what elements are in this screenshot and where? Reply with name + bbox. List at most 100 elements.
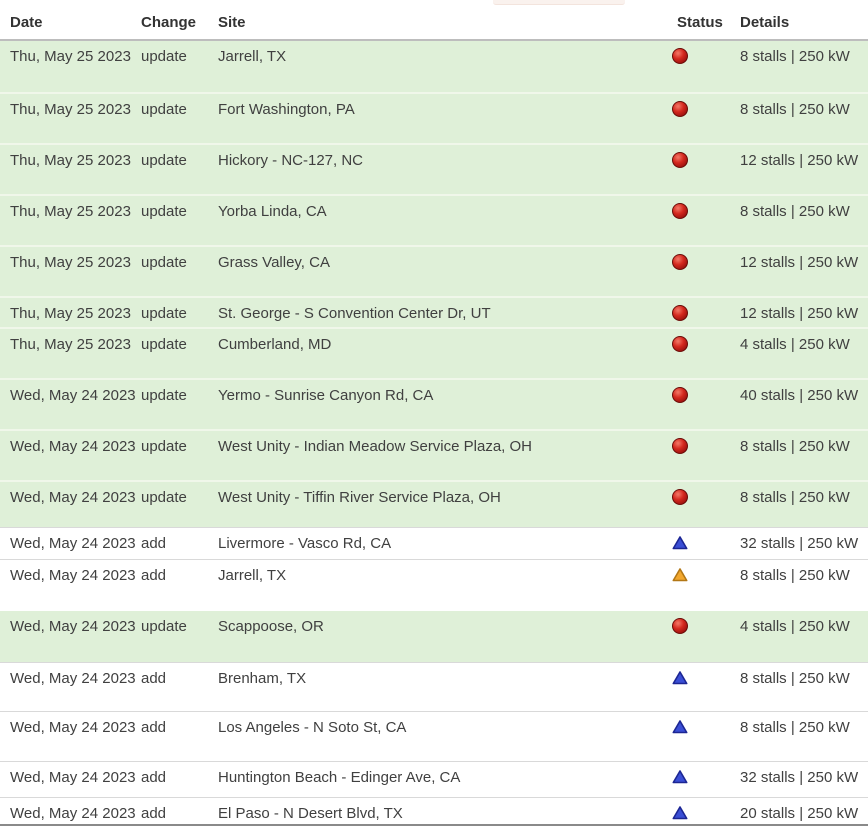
row-site-name: St. George - S Convention Center Dr, UT bbox=[218, 305, 660, 322]
column-header-details[interactable]: Details bbox=[740, 14, 868, 31]
row-date: Wed, May 24 2023 bbox=[10, 805, 141, 822]
row-change-type: update bbox=[141, 203, 218, 220]
table-row[interactable]: Wed, May 24 2023 add El Paso - N Desert … bbox=[0, 797, 868, 825]
status-red-circle-icon bbox=[672, 152, 688, 168]
row-status bbox=[672, 769, 688, 785]
row-status bbox=[672, 387, 688, 403]
row-change-type: update bbox=[141, 152, 218, 169]
column-header-change[interactable]: Change bbox=[141, 14, 218, 31]
row-date: Wed, May 24 2023 bbox=[10, 719, 141, 736]
row-status bbox=[672, 805, 688, 821]
row-change-type: update bbox=[141, 489, 218, 506]
row-date: Thu, May 25 2023 bbox=[10, 152, 141, 169]
row-change-type: update bbox=[141, 48, 218, 65]
row-date: Thu, May 25 2023 bbox=[10, 48, 141, 65]
row-change-type: update bbox=[141, 618, 218, 635]
cutoff-element-fragment bbox=[493, 0, 625, 5]
status-red-circle-icon bbox=[672, 618, 688, 634]
row-change-type: update bbox=[141, 101, 218, 118]
row-site-name: Los Angeles - N Soto St, CA bbox=[218, 719, 660, 736]
table-row[interactable]: Wed, May 24 2023 add Los Angeles - N Sot… bbox=[0, 711, 868, 761]
status-blue-triangle-icon bbox=[672, 535, 688, 551]
table-row[interactable]: Thu, May 25 2023 update Grass Valley, CA… bbox=[0, 245, 868, 296]
row-details: 8 stalls | 250 kW bbox=[740, 203, 868, 220]
row-date: Wed, May 24 2023 bbox=[10, 567, 141, 584]
changes-table: Date Change Site Status Details Thu, May… bbox=[0, 0, 868, 825]
row-date: Wed, May 24 2023 bbox=[10, 387, 141, 404]
table-row[interactable]: Thu, May 25 2023 update Jarrell, TX 8 st… bbox=[0, 41, 868, 92]
table-row[interactable]: Wed, May 24 2023 add Livermore - Vasco R… bbox=[0, 527, 868, 559]
table-row[interactable]: Wed, May 24 2023 update Scappoose, OR 4 … bbox=[0, 611, 868, 662]
row-status bbox=[672, 203, 688, 219]
row-change-type: add bbox=[141, 769, 218, 786]
column-header-status[interactable]: Status bbox=[660, 14, 740, 31]
row-status bbox=[672, 719, 688, 735]
row-details: 4 stalls | 250 kW bbox=[740, 336, 868, 353]
row-date: Thu, May 25 2023 bbox=[10, 101, 141, 118]
row-date: Wed, May 24 2023 bbox=[10, 618, 141, 635]
row-details: 12 stalls | 250 kW bbox=[740, 152, 868, 169]
status-red-circle-icon bbox=[672, 489, 688, 505]
row-change-type: add bbox=[141, 535, 218, 552]
table-row[interactable]: Thu, May 25 2023 update St. George - S C… bbox=[0, 296, 868, 327]
table-row[interactable]: Wed, May 24 2023 update Yermo - Sunrise … bbox=[0, 378, 868, 429]
row-change-type: update bbox=[141, 387, 218, 404]
row-status bbox=[672, 48, 688, 64]
status-red-circle-icon bbox=[672, 305, 688, 321]
row-site-name: El Paso - N Desert Blvd, TX bbox=[218, 805, 660, 822]
row-site-name: Livermore - Vasco Rd, CA bbox=[218, 535, 660, 552]
row-site-name: West Unity - Indian Meadow Service Plaza… bbox=[218, 438, 660, 455]
row-status bbox=[672, 670, 688, 686]
table-row[interactable]: Thu, May 25 2023 update Hickory - NC-127… bbox=[0, 143, 868, 194]
row-status bbox=[672, 254, 688, 270]
row-date: Wed, May 24 2023 bbox=[10, 670, 141, 687]
row-change-type: update bbox=[141, 305, 218, 322]
row-status bbox=[672, 152, 688, 168]
row-date: Thu, May 25 2023 bbox=[10, 305, 141, 322]
row-site-name: Fort Washington, PA bbox=[218, 101, 660, 118]
column-header-date[interactable]: Date bbox=[10, 14, 141, 31]
row-details: 40 stalls | 250 kW bbox=[740, 387, 868, 404]
row-status bbox=[672, 438, 688, 454]
row-site-name: Yermo - Sunrise Canyon Rd, CA bbox=[218, 387, 660, 404]
row-change-type: add bbox=[141, 670, 218, 687]
row-status bbox=[672, 535, 688, 551]
row-site-name: Brenham, TX bbox=[218, 670, 660, 687]
table-row[interactable]: Wed, May 24 2023 add Jarrell, TX 8 stall… bbox=[0, 559, 868, 611]
table-row[interactable]: Wed, May 24 2023 add Huntington Beach - … bbox=[0, 761, 868, 797]
row-details: 8 stalls | 250 kW bbox=[740, 48, 868, 65]
table-row[interactable]: Thu, May 25 2023 update Fort Washington,… bbox=[0, 92, 868, 143]
row-status bbox=[672, 489, 688, 505]
table-row[interactable]: Wed, May 24 2023 update West Unity - Tif… bbox=[0, 480, 868, 527]
table-row[interactable]: Wed, May 24 2023 add Brenham, TX 8 stall… bbox=[0, 662, 868, 711]
row-change-type: update bbox=[141, 336, 218, 353]
table-row[interactable]: Thu, May 25 2023 update Yorba Linda, CA … bbox=[0, 194, 868, 245]
row-change-type: update bbox=[141, 254, 218, 271]
row-status bbox=[672, 336, 688, 352]
row-site-name: Grass Valley, CA bbox=[218, 254, 660, 271]
row-date: Thu, May 25 2023 bbox=[10, 336, 141, 353]
row-status bbox=[672, 567, 688, 583]
row-date: Wed, May 24 2023 bbox=[10, 769, 141, 786]
status-red-circle-icon bbox=[672, 387, 688, 403]
status-red-circle-icon bbox=[672, 203, 688, 219]
row-details: 4 stalls | 250 kW bbox=[740, 618, 868, 635]
row-details: 8 stalls | 250 kW bbox=[740, 438, 868, 455]
row-site-name: Yorba Linda, CA bbox=[218, 203, 660, 220]
row-change-type: add bbox=[141, 567, 218, 584]
status-red-circle-icon bbox=[672, 48, 688, 64]
status-blue-triangle-icon bbox=[672, 805, 688, 821]
status-red-circle-icon bbox=[672, 438, 688, 454]
column-header-site[interactable]: Site bbox=[218, 14, 660, 31]
row-details: 32 stalls | 250 kW bbox=[740, 769, 868, 786]
row-details: 8 stalls | 250 kW bbox=[740, 489, 868, 506]
row-status bbox=[672, 101, 688, 117]
row-details: 12 stalls | 250 kW bbox=[740, 254, 868, 271]
row-details: 8 stalls | 250 kW bbox=[740, 101, 868, 118]
row-date: Thu, May 25 2023 bbox=[10, 254, 141, 271]
table-row[interactable]: Wed, May 24 2023 update West Unity - Ind… bbox=[0, 429, 868, 480]
row-site-name: Jarrell, TX bbox=[218, 567, 660, 584]
status-red-circle-icon bbox=[672, 101, 688, 117]
status-orange-triangle-icon bbox=[672, 567, 688, 583]
table-row[interactable]: Thu, May 25 2023 update Cumberland, MD 4… bbox=[0, 327, 868, 378]
